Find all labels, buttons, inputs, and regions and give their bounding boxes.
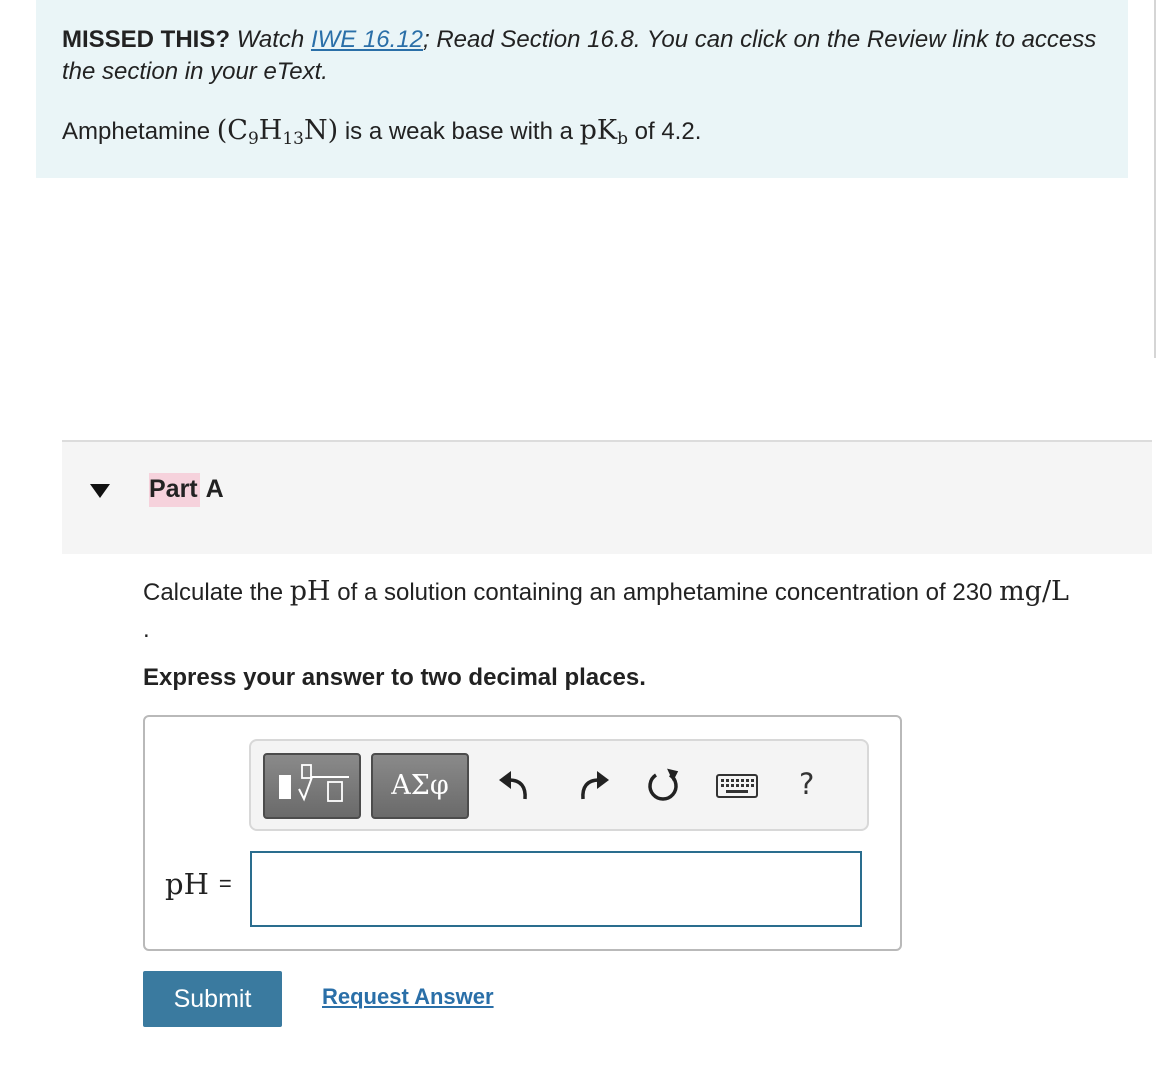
pkb-value-text: of 4.2. <box>634 118 702 145</box>
part-a-label: Part A <box>147 471 226 510</box>
request-answer-link[interactable]: Request Answer <box>322 984 494 1010</box>
question-ph-symbol: pH <box>289 576 331 607</box>
question-text: Calculate the pH of a solution containin… <box>143 574 1069 611</box>
answer-panel: ΑΣφ ? pH = <box>143 715 902 951</box>
missed-this-notice: MISSED THIS? Watch IWE 16.12; Read Secti… <box>62 24 1112 88</box>
question-trailing-period: . <box>143 616 150 643</box>
formula-sub-9: 9 <box>247 129 259 149</box>
answer-instruction: Express your answer to two decimal place… <box>143 664 646 691</box>
right-divider <box>1154 0 1156 358</box>
question-prefix: Calculate the <box>143 579 284 606</box>
greek-symbols-button[interactable]: ΑΣφ <box>371 753 469 819</box>
amphetamine-label: Amphetamine <box>62 118 211 145</box>
amphetamine-formula: (C9H13N) <box>216 115 339 149</box>
problem-statement: Amphetamine (C9H13N) is a weak base with… <box>62 114 701 149</box>
formula-sub-13: 13 <box>282 129 304 149</box>
part-a-header[interactable]: Part A <box>62 440 1152 554</box>
equals-sign: = <box>218 871 232 896</box>
formula-nitrogen: N) <box>303 115 339 146</box>
formula-carbon: (C <box>216 115 248 146</box>
ph-label-text: pH <box>165 867 209 901</box>
templates-button[interactable] <box>263 753 361 819</box>
collapse-caret-icon[interactable] <box>90 484 110 498</box>
pkb-symbol: pKb <box>579 115 628 149</box>
formula-hydrogen: H <box>258 115 283 146</box>
part-label-letter: A <box>205 475 224 503</box>
help-button[interactable]: ? <box>799 767 814 801</box>
keyboard-icon[interactable] <box>715 765 759 805</box>
question-unit: mg/L <box>999 576 1069 607</box>
redo-icon[interactable] <box>573 765 613 805</box>
weak-base-text: is a weak base with a <box>344 118 573 145</box>
ph-answer-input[interactable] <box>250 851 862 927</box>
undo-icon[interactable] <box>495 765 535 805</box>
submit-button[interactable]: Submit <box>143 971 282 1027</box>
ph-answer-label: pH = <box>165 867 232 901</box>
watch-prefix: Watch <box>236 26 305 53</box>
pkb-sub: b <box>617 129 628 149</box>
math-toolbar: ΑΣφ ? <box>249 739 869 831</box>
part-label-highlight: Part <box>149 473 200 507</box>
reset-icon[interactable] <box>643 765 683 805</box>
missed-this-lead: MISSED THIS? <box>62 26 231 53</box>
question-middle: of a solution containing an amphetamine … <box>337 579 993 606</box>
iwe-link[interactable]: IWE 16.12 <box>311 26 423 53</box>
pkb-main: pK <box>579 115 618 146</box>
templates-icon <box>279 764 349 802</box>
